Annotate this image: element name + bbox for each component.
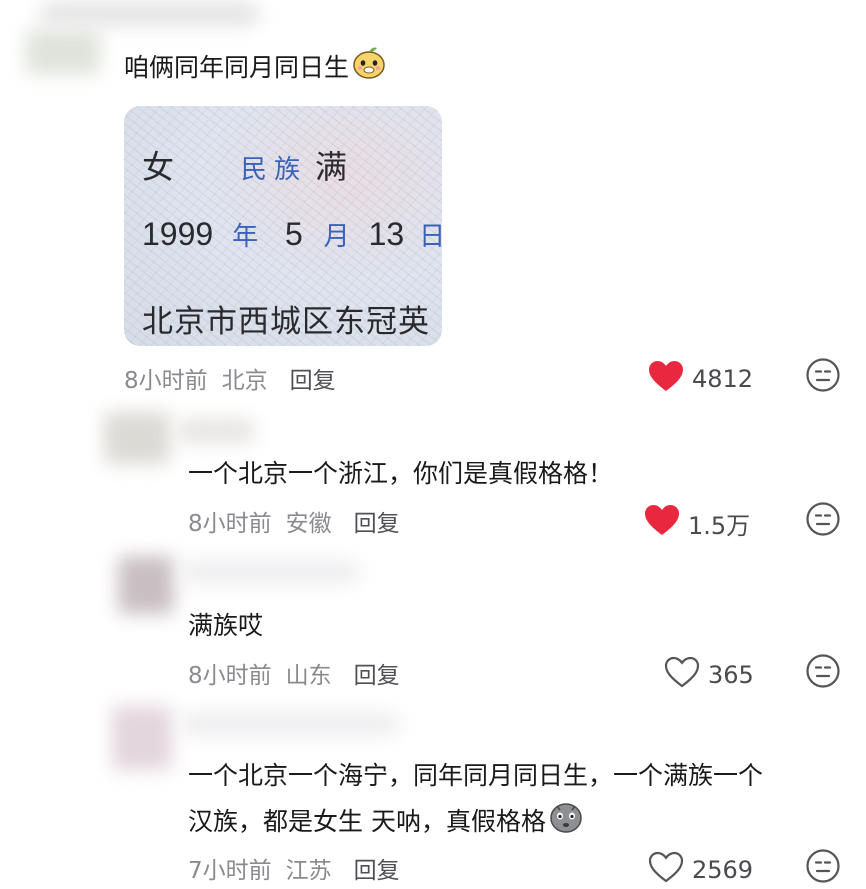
id-sex: 女 <box>142 149 175 185</box>
like-count: 2569 <box>692 856 754 884</box>
id-month: 5 <box>284 216 303 252</box>
id-ethnic-label: 民 族 <box>240 154 301 184</box>
like-button[interactable]: 4812 <box>648 360 753 398</box>
reply-location: 安徽 <box>285 511 332 537</box>
like-button[interactable]: 365 <box>664 656 754 694</box>
like-button[interactable]: 2569 <box>648 851 753 889</box>
heart-outline-icon <box>648 851 692 889</box>
comment-meta: 8小时前 北京 回复 <box>124 361 336 395</box>
like-count: 1.5万 <box>688 511 751 540</box>
reply-text: 一个北京一个海宁，同年同月同日生，一个满族一个 汉族，都是女生 天呐，真假格格 <box>188 754 763 848</box>
reply-time: 7小时前 <box>188 858 272 884</box>
reply-meta: 8小时前 山东 回复 <box>188 656 400 690</box>
avatar[interactable] <box>118 556 174 614</box>
reply-text: 一个北京一个浙江，你们是真假格格！ <box>188 459 614 488</box>
reply-text-line: 汉族，都是女生 天呐，真假格格 <box>188 807 546 836</box>
heart-filled-icon <box>644 504 688 542</box>
like-count: 4812 <box>692 365 754 393</box>
like-button[interactable]: 1.5万 <box>644 504 750 542</box>
reply-text-line: 一个北京一个海宁，同年同月同日生，一个满族一个 <box>188 761 764 790</box>
reply-button[interactable]: 回复 <box>354 858 400 884</box>
username[interactable] <box>180 560 360 584</box>
reply-time: 8小时前 <box>188 511 272 537</box>
reply-button[interactable]: 回复 <box>290 368 336 394</box>
id-day: 13 <box>368 216 405 252</box>
reply-button[interactable]: 回复 <box>354 511 400 537</box>
heart-filled-icon <box>648 360 692 398</box>
username[interactable] <box>180 712 400 736</box>
reply-button[interactable]: 回复 <box>354 663 400 689</box>
avatar[interactable] <box>112 706 172 770</box>
dislike-emoji-button[interactable] <box>806 849 840 887</box>
like-count: 365 <box>708 661 754 689</box>
avatar[interactable] <box>104 412 170 464</box>
id-month-unit: 月 <box>323 221 350 251</box>
dislike-emoji-button[interactable] <box>806 358 840 396</box>
heart-outline-icon <box>664 656 708 694</box>
reply-location: 山东 <box>285 663 332 689</box>
reply-text: 满族哎 <box>188 611 264 640</box>
dislike-emoji-button[interactable] <box>806 502 840 540</box>
id-day-unit: 日 <box>419 221 442 251</box>
reply-time: 8小时前 <box>188 663 272 689</box>
dislike-emoji-button[interactable] <box>806 654 840 692</box>
id-year: 1999 <box>142 216 214 252</box>
comment-time: 8小时前 <box>124 368 208 394</box>
comment-location: 北京 <box>221 368 268 394</box>
username[interactable] <box>40 2 260 26</box>
avatar[interactable] <box>26 30 100 74</box>
username[interactable] <box>176 418 256 444</box>
comment-image[interactable]: 女 民 族 满 1999 年 5 月 13 日 北京市西城区东冠英 <box>124 106 442 346</box>
id-address: 北京市西城区东冠英 <box>142 304 430 339</box>
reply-meta: 7小时前 江苏 回复 <box>188 851 400 885</box>
id-year-unit: 年 <box>232 221 259 251</box>
id-ethnic: 满 <box>315 149 348 185</box>
sticker-emoji-icon <box>548 798 584 848</box>
sticker-emoji-icon <box>351 44 387 94</box>
reply-meta: 8小时前 安徽 回复 <box>188 504 400 538</box>
comment-text: 咱俩同年同月同日生 <box>124 44 387 94</box>
reply-location: 江苏 <box>285 858 332 884</box>
